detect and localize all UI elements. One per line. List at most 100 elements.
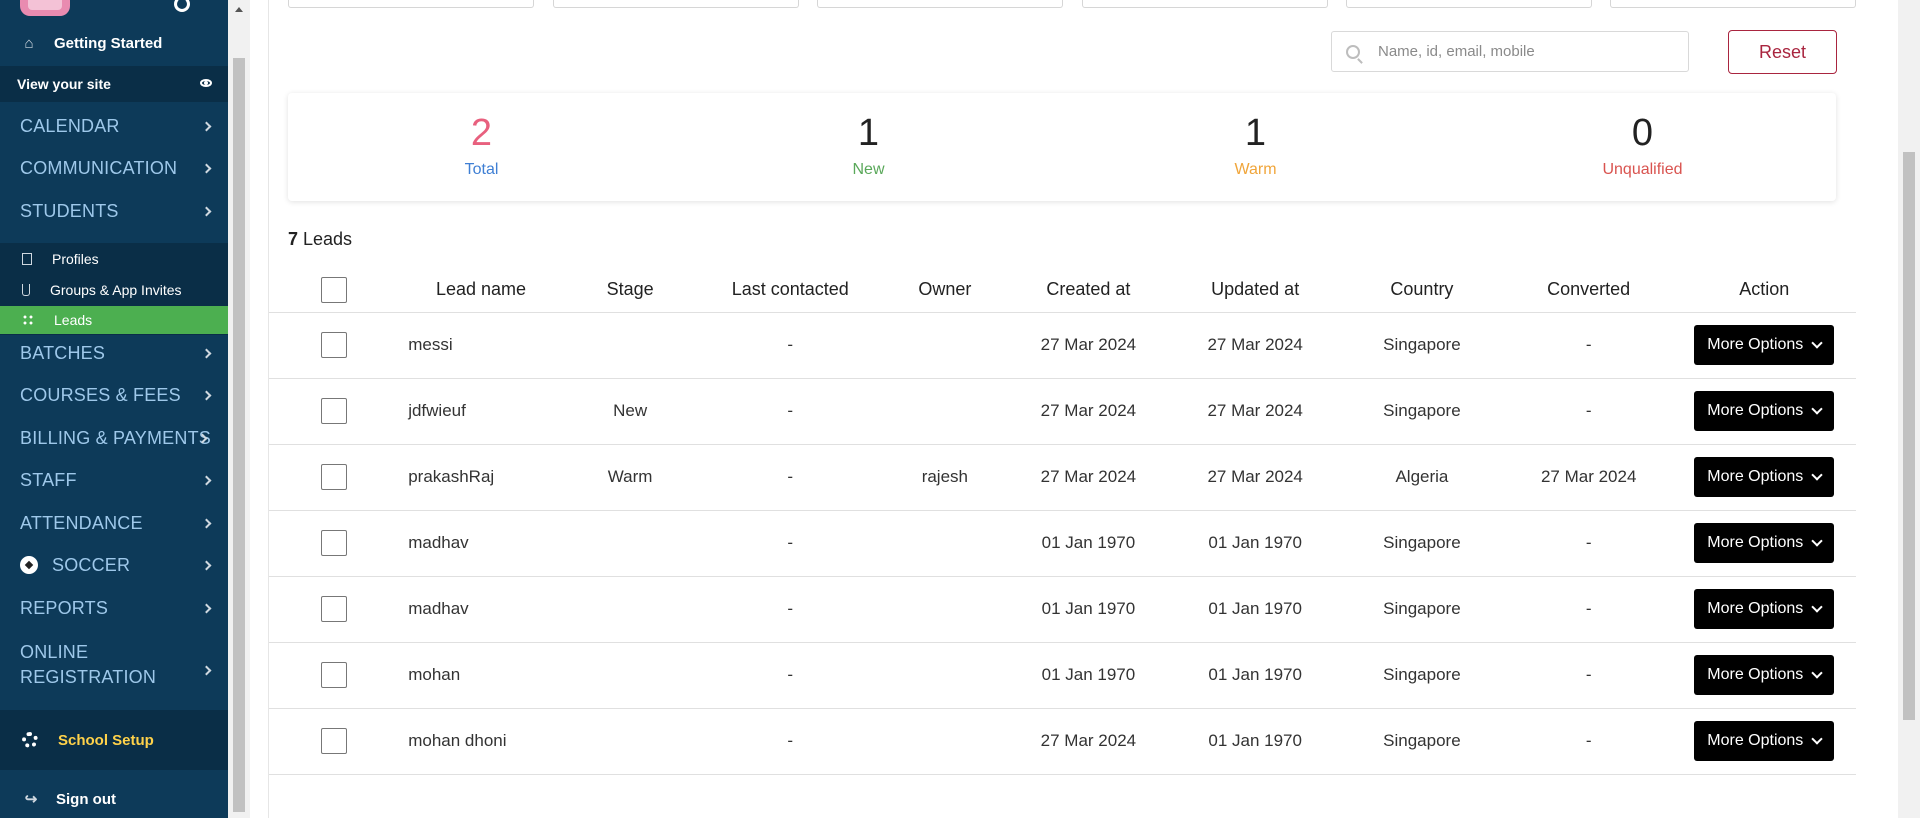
filter-dropdown[interactable] xyxy=(553,0,799,8)
more-options-button[interactable]: More Options xyxy=(1694,391,1835,431)
sidebar-item-getting-started[interactable]: ⌂ Getting Started xyxy=(0,30,228,56)
last-contacted-cell: - xyxy=(696,378,885,445)
lead-name-cell[interactable]: mohan xyxy=(398,642,564,709)
chevron-down-icon xyxy=(1811,534,1823,547)
sidebar-item-courses-fees[interactable]: COURSES & FEES xyxy=(0,385,228,406)
row-checkbox[interactable] xyxy=(320,596,347,622)
scrollbar-thumb[interactable] xyxy=(233,58,245,812)
more-options-label: More Options xyxy=(1707,732,1804,749)
filter-dropdown[interactable] xyxy=(1082,0,1328,8)
converted-cell: - xyxy=(1504,312,1673,379)
reset-button[interactable]: Reset xyxy=(1728,30,1837,74)
scrollbar-thumb[interactable] xyxy=(1903,152,1915,720)
sidebar-item-students[interactable]: STUDENTS xyxy=(0,201,228,222)
more-options-button[interactable]: More Options xyxy=(1694,457,1835,497)
sidebar-item-online-registration[interactable]: ONLINE REGISTRATION xyxy=(0,640,228,690)
sidebar-item-label: COMMUNICATION xyxy=(20,158,178,178)
eye-icon xyxy=(200,79,212,87)
converted-cell: - xyxy=(1504,708,1673,775)
filter-bar xyxy=(269,0,1859,10)
main-content: Reset 2 Total 1 New 1 Warm 0 Unqualified… xyxy=(268,0,1858,818)
sidebar-item-staff[interactable]: STAFF xyxy=(0,470,228,491)
filter-dropdown[interactable] xyxy=(817,0,1063,8)
owner-cell: rajesh xyxy=(884,444,1006,511)
filter-dropdown[interactable] xyxy=(1610,0,1856,8)
school-logo[interactable] xyxy=(20,0,70,16)
select-all-checkbox[interactable] xyxy=(320,276,347,303)
row-checkbox[interactable] xyxy=(320,398,347,424)
more-options-button[interactable]: More Options xyxy=(1694,721,1835,761)
lead-name-cell[interactable]: madhav xyxy=(398,510,564,577)
sidebar-item-view-site[interactable]: View your site xyxy=(0,66,228,102)
table-row[interactable]: madhav - 01 Jan 1970 01 Jan 1970 Singapo… xyxy=(269,510,1856,577)
converted-cell: 27 Mar 2024 xyxy=(1504,444,1673,511)
row-select-cell xyxy=(269,312,399,379)
more-options-button[interactable]: More Options xyxy=(1694,523,1835,563)
stat-unqualified[interactable]: 0 Unqualified xyxy=(1449,93,1836,201)
created-at-cell: 01 Jan 1970 xyxy=(1005,642,1172,709)
sidebar-item-calendar[interactable]: CALENDAR xyxy=(0,116,228,137)
stat-value: 0 xyxy=(1631,112,1654,154)
column-header[interactable]: Country xyxy=(1339,268,1505,313)
profile-icon xyxy=(22,253,32,265)
more-options-button[interactable]: More Options xyxy=(1694,655,1835,695)
sidebar-item-label: CALENDAR xyxy=(20,116,120,136)
sidebar-subitem-leads[interactable]: Leads xyxy=(0,306,228,334)
filter-dropdown[interactable] xyxy=(288,0,534,8)
row-checkbox[interactable] xyxy=(320,662,347,688)
page-scrollbar[interactable] xyxy=(1898,0,1920,818)
row-checkbox[interactable] xyxy=(320,332,347,358)
column-header[interactable]: Owner xyxy=(884,268,1006,313)
sidebar-item-label: ONLINE xyxy=(20,642,89,662)
sidebar-item-communication[interactable]: COMMUNICATION xyxy=(0,158,228,179)
sidebar-item-reports[interactable]: REPORTS xyxy=(0,598,228,619)
more-options-button[interactable]: More Options xyxy=(1694,589,1835,629)
sidebar-scrollbar[interactable] xyxy=(228,0,250,818)
column-header[interactable]: Lead name xyxy=(398,268,564,313)
stat-total[interactable]: 2 Total xyxy=(288,93,675,201)
stage-cell xyxy=(563,576,697,643)
filter-dropdown[interactable] xyxy=(1346,0,1592,8)
row-checkbox[interactable] xyxy=(320,728,347,754)
stat-warm[interactable]: 1 Warm xyxy=(1062,93,1449,201)
leads-count-label: Leads xyxy=(298,229,353,249)
sidebar-item-attendance[interactable]: ATTENDANCE xyxy=(0,513,228,534)
column-header[interactable]: Created at xyxy=(1005,268,1172,313)
sidebar-item-label: School Setup xyxy=(58,731,154,749)
scroll-up-icon[interactable] xyxy=(235,7,243,12)
row-select-cell xyxy=(269,444,399,511)
lead-name-cell[interactable]: prakashRaj xyxy=(398,444,564,511)
more-options-label: More Options xyxy=(1707,402,1804,419)
more-options-button[interactable]: More Options xyxy=(1694,325,1835,365)
lead-name-cell[interactable]: madhav xyxy=(398,576,564,643)
column-header[interactable]: Converted xyxy=(1504,268,1673,313)
lead-name-cell[interactable]: mohan dhoni xyxy=(398,708,564,775)
sidebar-item-batches[interactable]: BATCHES xyxy=(0,343,228,364)
stat-new[interactable]: 1 New xyxy=(675,93,1062,201)
row-checkbox[interactable] xyxy=(320,464,347,490)
created-at-cell: 01 Jan 1970 xyxy=(1005,576,1172,643)
sidebar-item-sign-out[interactable]: ↪ Sign out xyxy=(0,786,228,812)
table-row[interactable]: jdfwieuf New - 27 Mar 2024 27 Mar 2024 S… xyxy=(269,378,1856,445)
search-input[interactable] xyxy=(1378,43,1658,60)
table-header-row: Lead name Stage Last contacted Owner Cre… xyxy=(269,268,1856,313)
lead-name-cell[interactable]: messi xyxy=(398,312,564,379)
sidebar-subitem-profiles[interactable]: Profiles xyxy=(0,245,228,273)
sidebar-item-billing-payments[interactable]: BILLING & PAYMENTS xyxy=(0,428,228,449)
row-checkbox[interactable] xyxy=(320,530,347,556)
table-row[interactable]: mohan dhoni - 27 Mar 2024 01 Jan 1970 Si… xyxy=(269,708,1856,775)
table-row[interactable]: messi - 27 Mar 2024 27 Mar 2024 Singapor… xyxy=(269,312,1856,379)
country-cell: Singapore xyxy=(1339,708,1505,775)
table-row[interactable]: prakashRaj Warm - rajesh 27 Mar 2024 27 … xyxy=(269,444,1856,511)
table-row[interactable]: mohan - 01 Jan 1970 01 Jan 1970 Singapor… xyxy=(269,642,1856,709)
stage-cell xyxy=(563,708,697,775)
lead-name-cell[interactable]: jdfwieuf xyxy=(398,378,564,445)
owner-cell xyxy=(884,576,1006,643)
column-header[interactable]: Stage xyxy=(563,268,697,313)
sidebar-item-soccer[interactable]: SOCCER xyxy=(0,555,228,576)
column-header[interactable]: Last contacted xyxy=(696,268,885,313)
sidebar-subitem-groups[interactable]: Groups & App Invites xyxy=(0,276,228,304)
table-row[interactable]: madhav - 01 Jan 1970 01 Jan 1970 Singapo… xyxy=(269,576,1856,643)
sidebar-item-school-setup[interactable]: School Setup xyxy=(0,710,228,770)
column-header[interactable]: Updated at xyxy=(1171,268,1340,313)
